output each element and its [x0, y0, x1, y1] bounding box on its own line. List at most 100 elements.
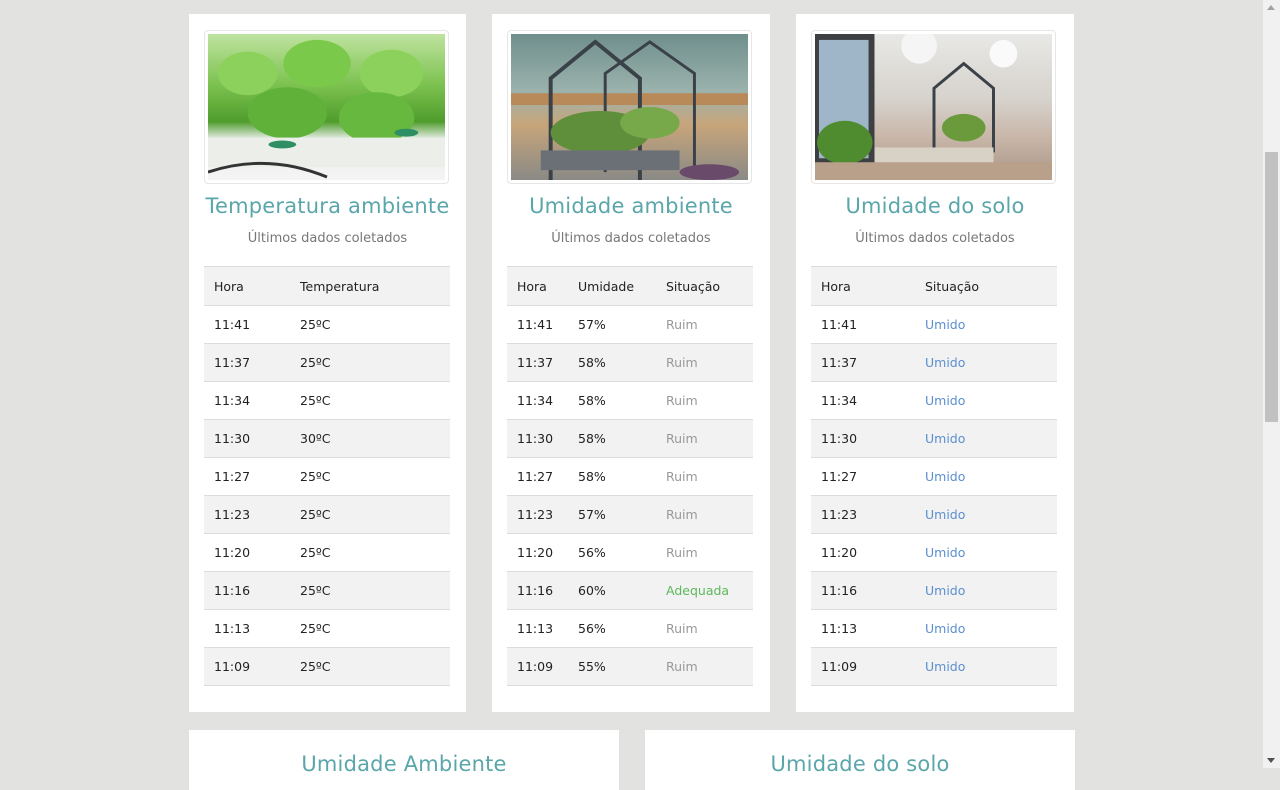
table-cell: 58%	[568, 419, 656, 458]
scroll-down-arrow-icon[interactable]	[1267, 758, 1275, 763]
table-cell: 57%	[568, 495, 656, 534]
table-row: 11:09 Umido	[811, 647, 1057, 686]
table-cell: 11:09	[507, 647, 568, 686]
table-cell: 11:41	[204, 305, 290, 344]
table-row: 11:34 Umido	[811, 381, 1057, 420]
table-cell: 60%	[568, 571, 656, 610]
card-subtitle: Últimos dados coletados	[551, 231, 711, 246]
table-cell: 25ºC	[290, 609, 450, 648]
table-cell: 11:37	[811, 343, 915, 382]
kitchen-garden-photo	[811, 30, 1056, 184]
table-cell: Ruim	[656, 457, 753, 496]
table-cell: Umido	[915, 457, 1057, 496]
table-cell: Ruim	[656, 495, 753, 534]
table-cell: 11:16	[507, 571, 568, 610]
table-cell: 11:20	[507, 533, 568, 572]
card-subtitle: Últimos dados coletados	[855, 231, 1015, 246]
table-row: 11:13 25ºC	[204, 609, 450, 648]
table-row: 11:37 58% Ruim	[507, 343, 753, 382]
table-cell: 11:30	[204, 419, 290, 458]
table-cell: 11:41	[811, 305, 915, 344]
table-cell: 11:34	[811, 381, 915, 420]
table-row: 11:23 Umido	[811, 495, 1057, 534]
table-cell: 25ºC	[290, 457, 450, 496]
soil-moisture-card: Umidade do solo Últimos dados coletados …	[796, 14, 1074, 712]
lettuce-photo	[204, 30, 449, 184]
table-cell: 11:27	[811, 457, 915, 496]
table-row: 11:27 25ºC	[204, 457, 450, 496]
table-cell: 11:13	[507, 609, 568, 648]
temperature-card: Temperatura ambiente Últimos dados colet…	[189, 14, 466, 712]
table-cell: 11:20	[811, 533, 915, 572]
table-cell: Ruim	[656, 381, 753, 420]
card-title: Umidade ambiente	[529, 194, 733, 218]
garden-cabinet-photo	[507, 30, 752, 184]
table-cell: 11:13	[811, 609, 915, 648]
table-cell: 25ºC	[290, 571, 450, 610]
table-cell: Ruim	[656, 533, 753, 572]
table-row: 11:09 55% Ruim	[507, 647, 753, 686]
table-row: 11:41 Umido	[811, 305, 1057, 344]
soil-moisture-table: Hora Situação 11:41 Umido 11:37 Umido 11:34 U…	[811, 266, 1057, 686]
table-cell: 11:23	[507, 495, 568, 534]
table-cell: 25ºC	[290, 495, 450, 534]
table-row: 11:20 25ºC	[204, 533, 450, 572]
table-cell: Umido	[915, 571, 1057, 610]
column-header-umidade: Umidade	[568, 266, 656, 306]
table-cell: Umido	[915, 609, 1057, 648]
table-row: 11:23 25ºC	[204, 495, 450, 534]
table-cell: 58%	[568, 343, 656, 382]
table-row: 11:27 58% Ruim	[507, 457, 753, 496]
table-cell: 11:34	[204, 381, 290, 420]
table-cell: 11:13	[204, 609, 290, 648]
column-header-situacao: Situação	[656, 266, 753, 306]
table-cell: 11:16	[204, 571, 290, 610]
table-row: 11:30 58% Ruim	[507, 419, 753, 458]
card-title: Umidade Ambiente	[301, 752, 507, 776]
column-header-hora: Hora	[204, 266, 290, 306]
table-row: 11:41 25ºC	[204, 305, 450, 344]
table-cell: 11:27	[204, 457, 290, 496]
table-row: 11:16 60% Adequada	[507, 571, 753, 610]
table-cell: 58%	[568, 381, 656, 420]
vertical-scrollbar[interactable]	[1263, 0, 1280, 768]
table-cell: Umido	[915, 495, 1057, 534]
column-header-hora: Hora	[811, 266, 915, 306]
table-cell: Umido	[915, 381, 1057, 420]
table-row: 11:16 25ºC	[204, 571, 450, 610]
table-cell: 11:09	[204, 647, 290, 686]
table-cell: 25ºC	[290, 343, 450, 382]
card-title: Umidade do solo	[770, 752, 950, 776]
table-cell: 25ºC	[290, 305, 450, 344]
card-subtitle: Últimos dados coletados	[247, 231, 408, 246]
table-row: 11:13 Umido	[811, 609, 1057, 648]
table-cell: 11:30	[811, 419, 915, 458]
table-cell: Umido	[915, 419, 1057, 458]
table-cell: Ruim	[656, 305, 753, 344]
table-row: 11:37 Umido	[811, 343, 1057, 382]
table-cell: 11:37	[507, 343, 568, 382]
table-row: 11:09 25ºC	[204, 647, 450, 686]
table-cell: 56%	[568, 609, 656, 648]
scroll-up-arrow-icon[interactable]	[1267, 5, 1275, 10]
table-cell: Umido	[915, 305, 1057, 344]
table-cell: Umido	[915, 343, 1057, 382]
card-title: Umidade do solo	[845, 194, 1025, 218]
column-header-hora: Hora	[507, 266, 568, 306]
table-cell: Umido	[915, 647, 1057, 686]
table-cell: Umido	[915, 533, 1057, 572]
table-cell: 11:34	[507, 381, 568, 420]
scrollbar-thumb[interactable]	[1265, 152, 1278, 422]
table-cell: 11:41	[507, 305, 568, 344]
table-cell: 11:16	[811, 571, 915, 610]
table-cell: 25ºC	[290, 647, 450, 686]
table-row: 11:16 Umido	[811, 571, 1057, 610]
table-cell: 11:09	[811, 647, 915, 686]
table-cell: Ruim	[656, 343, 753, 382]
table-cell: 58%	[568, 457, 656, 496]
table-row: 11:13 56% Ruim	[507, 609, 753, 648]
table-row: 11:41 57% Ruim	[507, 305, 753, 344]
table-row: 11:34 58% Ruim	[507, 381, 753, 420]
table-cell: 25ºC	[290, 533, 450, 572]
table-cell: 25ºC	[290, 381, 450, 420]
